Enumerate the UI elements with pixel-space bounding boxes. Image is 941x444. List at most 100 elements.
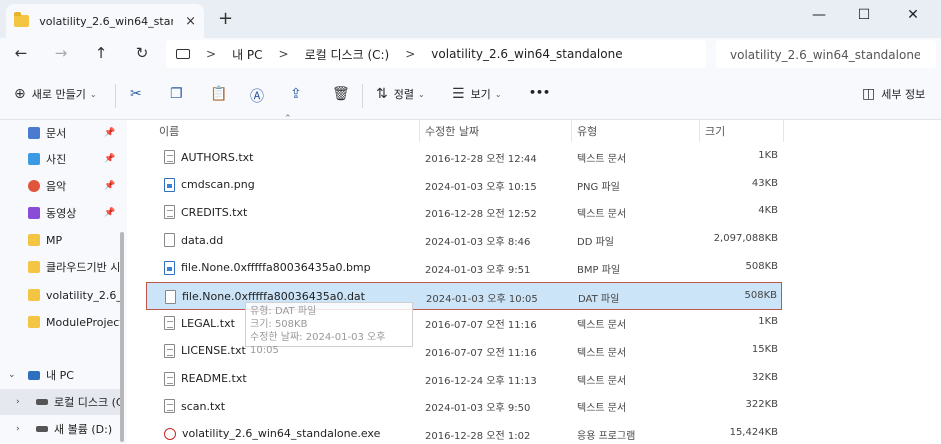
table-row[interactable]: LICENSE.txt 2016-07-07 오전 11:16 텍스트 문서 15KB bbox=[146, 337, 782, 365]
sidebar-item-documents[interactable]: 문서 📌 bbox=[0, 120, 120, 146]
table-row[interactable]: README.txt 2016-12-24 오후 11:13 텍스트 문서 32KB bbox=[146, 365, 782, 393]
file-name-label: README.txt bbox=[181, 372, 247, 386]
folder-icon bbox=[28, 316, 40, 328]
table-row[interactable]: volatility_2.6_win64_standalone.exe 2016-… bbox=[146, 420, 782, 444]
delete-button[interactable]: 🗑 bbox=[332, 86, 356, 102]
sidebar-item-this-pc[interactable]: 내 PC bbox=[0, 362, 120, 388]
search-input[interactable]: volatility_2.6_win64_standalone 검색 bbox=[716, 40, 936, 68]
more-options-button[interactable]: ••• bbox=[529, 86, 550, 99]
chevron-right-icon[interactable]: › bbox=[16, 424, 20, 434]
column-header-type[interactable]: 유형 bbox=[577, 120, 597, 142]
pin-icon: 📌 bbox=[104, 208, 116, 218]
tab-close-icon[interactable]: × bbox=[185, 14, 196, 29]
tooltip-type: 유형: DAT 파일 bbox=[250, 306, 317, 317]
sidebar-item-volatility[interactable]: volatility_2.6_win bbox=[0, 282, 120, 308]
breadcrumb-separator: > bbox=[278, 47, 289, 61]
breadcrumb-volatility[interactable]: volatility_2.6_win64_standalone bbox=[431, 47, 622, 61]
column-divider[interactable] bbox=[419, 120, 420, 142]
more-icon: ••• bbox=[529, 86, 551, 99]
table-row[interactable]: AUTHORS.txt 2016-12-28 오전 12:44 텍스트 문서 1KB bbox=[146, 143, 782, 171]
up-button[interactable]: ↑ bbox=[90, 44, 112, 62]
file-date: 2016-07-07 오전 11:16 bbox=[425, 320, 537, 332]
plus-circle-icon: ⊕ bbox=[14, 86, 26, 102]
file-size: 43KB bbox=[751, 177, 778, 189]
copy-button[interactable]: ❐ bbox=[170, 86, 189, 102]
file-name-label: scan.txt bbox=[181, 399, 226, 413]
tab-strip: volatility_2.6_win64_standalo × + — ☐ ✕ bbox=[0, 0, 941, 38]
share-button[interactable]: ⇪ bbox=[290, 86, 308, 102]
sidebar-item-pictures[interactable]: 사진 📌 bbox=[0, 146, 120, 172]
sidebar-item-label: 문서 bbox=[46, 127, 67, 140]
table-row[interactable]: LEGAL.txt 2016-07-07 오전 11:16 텍스트 문서 1KB bbox=[146, 309, 782, 337]
table-row[interactable]: file.None.0xfffffa80036435a0.dat 2024-01-… bbox=[146, 281, 782, 310]
paste-button[interactable]: 📋 bbox=[210, 86, 233, 102]
back-button[interactable]: ← bbox=[10, 44, 32, 62]
new-tab-button[interactable]: + bbox=[218, 8, 233, 29]
drive-icon bbox=[36, 426, 48, 432]
forward-button[interactable]: → bbox=[50, 44, 72, 62]
column-header-name[interactable]: 이름 bbox=[159, 120, 179, 142]
chevron-right-icon[interactable]: › bbox=[16, 397, 20, 407]
folder-icon bbox=[28, 234, 40, 246]
file-type: 응용 프로그램 bbox=[577, 431, 636, 442]
breadcrumb-local-disk[interactable]: 로컬 디스크 (C:) bbox=[305, 46, 390, 63]
table-row[interactable]: data.dd 2024-01-03 오후 8:46 DD 파일 2,097,088K… bbox=[146, 226, 782, 254]
toolbar-divider bbox=[362, 84, 363, 108]
file-name: data.dd bbox=[164, 233, 224, 248]
sort-ascending-icon: ⌃ bbox=[284, 114, 292, 124]
minimize-button[interactable]: — bbox=[797, 2, 841, 28]
sidebar-item-cloud[interactable]: 클라우드기반 시 bbox=[0, 254, 120, 280]
tab-volatility[interactable]: volatility_2.6_win64_standalo × bbox=[6, 4, 204, 38]
table-row[interactable]: CREDITS.txt 2016-12-28 오전 12:52 텍스트 문서 4KB bbox=[146, 198, 782, 226]
chevron-down-icon: ⌄ bbox=[417, 89, 425, 99]
sidebar-item-label: ModuleProject_ bbox=[46, 315, 120, 329]
sidebar-item-moduleproject[interactable]: ModuleProject_ bbox=[0, 309, 120, 335]
file-size: 4KB bbox=[758, 205, 778, 217]
sidebar-item-videos[interactable]: 동영상 📌 bbox=[0, 200, 120, 226]
file-date: 2024-01-03 오후 9:50 bbox=[425, 403, 531, 415]
column-divider[interactable] bbox=[571, 120, 572, 142]
cut-button[interactable]: ✂ bbox=[130, 86, 148, 102]
breadcrumb-separator: > bbox=[405, 47, 416, 61]
file-name-label: LICENSE.txt bbox=[181, 344, 246, 358]
file-name: scan.txt bbox=[164, 399, 226, 414]
details-pane-button[interactable]: ◫ 세부 정보 bbox=[862, 86, 925, 102]
view-button[interactable]: ☰ 보기 ⌄ bbox=[452, 86, 502, 102]
file-name: CREDITS.txt bbox=[164, 205, 247, 220]
chevron-down-icon: ⌄ bbox=[494, 89, 502, 99]
sort-button[interactable]: ⇅ 정렬 ⌄ bbox=[376, 86, 425, 102]
file-type: 텍스트 문서 bbox=[577, 375, 627, 387]
sidebar-item-mp[interactable]: MP bbox=[0, 227, 120, 253]
navigation-pane: 문서 📌 사진 📌 음악 📌 동영상 📌 MP 클라우드기반 시 volatil… bbox=[0, 120, 127, 444]
column-header-size[interactable]: 크기 bbox=[705, 120, 725, 142]
column-header-date[interactable]: 수정한 날짜 bbox=[425, 120, 479, 142]
refresh-button[interactable]: ↻ bbox=[131, 44, 153, 62]
sidebar-item-new-volume[interactable]: › 새 볼륨 (D:) bbox=[0, 416, 120, 442]
file-size: 2,097,088KB bbox=[713, 233, 778, 245]
maximize-button[interactable]: ☐ bbox=[842, 2, 886, 28]
sidebar-item-local-disk[interactable]: › 로컬 디스크 (C bbox=[0, 389, 120, 415]
file-date: 2016-12-28 오전 12:52 bbox=[425, 209, 537, 221]
table-row[interactable]: cmdscan.png 2024-01-03 오후 10:15 PNG 파일 43KB bbox=[146, 171, 782, 199]
sidebar-item-label: 새 볼륨 (D:) bbox=[54, 423, 113, 436]
table-row[interactable]: file.None.0xfffffa80036435a0.bmp 2024-01-… bbox=[146, 254, 782, 282]
pin-icon: 📌 bbox=[104, 128, 116, 138]
breadcrumb-this-pc[interactable]: 내 PC bbox=[232, 46, 262, 63]
file-date: 2016-12-24 오후 11:13 bbox=[425, 375, 537, 387]
sidebar-item-label: 사진 bbox=[46, 153, 67, 166]
sidebar-item-label: 클라우드기반 시 bbox=[46, 261, 120, 274]
rename-button[interactable]: Ⓐ bbox=[250, 86, 270, 106]
column-divider[interactable] bbox=[699, 120, 700, 142]
videos-icon bbox=[28, 207, 40, 219]
new-button[interactable]: ⊕ 새로 만들기 ⌄ bbox=[14, 86, 97, 102]
scrollbar-thumb[interactable] bbox=[120, 232, 124, 442]
file-name-label: data.dd bbox=[181, 233, 224, 247]
table-row[interactable]: scan.txt 2024-01-03 오후 9:50 텍스트 문서 322KB bbox=[146, 392, 782, 420]
column-divider[interactable] bbox=[783, 120, 784, 142]
sort-icon: ⇅ bbox=[376, 86, 388, 102]
close-window-button[interactable]: ✕ bbox=[891, 2, 935, 28]
monitor-icon bbox=[28, 370, 40, 380]
file-date: 2016-07-07 오전 11:16 bbox=[425, 347, 537, 359]
address-bar[interactable]: > 내 PC > 로컬 디스크 (C:) > volatility_2.6_wi… bbox=[166, 40, 706, 68]
sidebar-item-music[interactable]: 음악 📌 bbox=[0, 173, 120, 199]
